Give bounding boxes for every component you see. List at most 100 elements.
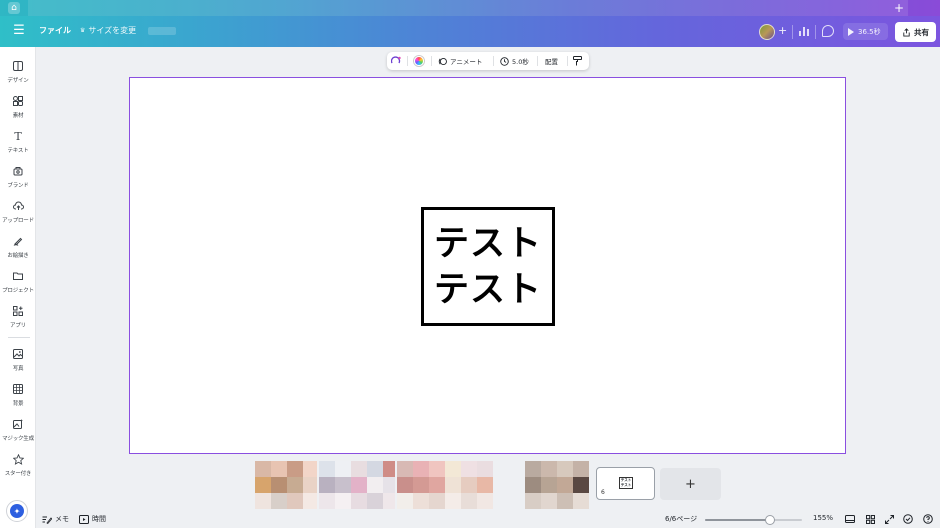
resize-button[interactable]: ♛ サイズを変更	[80, 25, 136, 36]
thumbnail-pixel	[303, 461, 317, 477]
tab-strip-pixel	[780, 0, 796, 16]
help-icon[interactable]	[923, 514, 933, 524]
menu-icon[interactable]: ☰	[11, 23, 27, 39]
tab-strip-pixel	[220, 0, 236, 16]
thumbnail-pixel	[255, 477, 271, 493]
thumbnail-pixel	[255, 493, 271, 509]
sidebar-item-magic-media[interactable]: マジック生成	[0, 416, 36, 448]
tab-strip-pixel	[796, 0, 812, 16]
text-element[interactable]: テスト テスト	[421, 207, 555, 326]
thumbnail-pixel	[525, 477, 541, 493]
duration-button[interactable]: 5.0秒	[500, 52, 529, 70]
animate-button[interactable]: アニメート	[438, 52, 482, 70]
thumbnail-pixel	[541, 493, 557, 509]
tab-strip-pixel	[316, 0, 332, 16]
sidebar-item-design[interactable]: デザイン	[0, 58, 36, 90]
sidebar-item-label: デザイン	[7, 78, 29, 84]
sidebar-item-text[interactable]: T テキスト	[0, 128, 36, 160]
text-icon: T	[14, 129, 22, 143]
sidebar-item-label: 素材	[12, 113, 24, 119]
tab-strip-pixel	[572, 0, 588, 16]
thumbnail-pixel	[557, 477, 573, 493]
user-avatar[interactable]	[759, 24, 775, 40]
zoom-level-button[interactable]: 155%	[813, 514, 833, 522]
color-picker-button[interactable]	[414, 52, 424, 70]
thumbnail-pixel	[429, 477, 445, 493]
zoom-slider-handle[interactable]	[764, 515, 775, 525]
thumbnail-pixel	[351, 461, 367, 477]
notes-label: メモ	[55, 515, 69, 523]
grid-view-icon[interactable]	[865, 514, 875, 524]
thumbnail-pixel	[525, 493, 541, 509]
tab-strip-pixel	[76, 0, 92, 16]
notes-button[interactable]: メモ	[42, 514, 69, 524]
page-view-icon[interactable]	[845, 514, 855, 524]
thumbnail-pixel	[383, 493, 395, 509]
file-menu-button[interactable]: ファイル	[39, 25, 71, 36]
zoom-slider[interactable]	[705, 519, 802, 521]
tab-strip-pixel	[60, 0, 76, 16]
sidebar-item-label: お絵描き	[7, 253, 29, 259]
element-toolbar: アニメート 5.0秒 配置	[387, 52, 589, 70]
header-divider	[815, 25, 816, 39]
check-status-icon[interactable]	[903, 514, 913, 524]
sidebar-item-projects[interactable]: プロジェクト	[0, 268, 36, 300]
sidebar-item-apps[interactable]: アプリ	[0, 303, 36, 335]
position-button[interactable]: 配置	[545, 52, 558, 70]
design-canvas[interactable]: テスト テスト	[129, 77, 846, 454]
sidebar-item-label: アプリ	[10, 323, 26, 329]
undo-redo-area[interactable]	[148, 27, 176, 35]
page-thumbnail[interactable]	[319, 461, 395, 509]
tab-strip-pixel	[604, 0, 620, 16]
sidebar-item-starred[interactable]: スター付き	[0, 451, 36, 483]
mini-text-box: テスト テスト	[619, 477, 633, 489]
insights-icon[interactable]	[799, 26, 811, 36]
upload-cloud-icon	[12, 200, 24, 212]
present-button[interactable]: 36.5秒	[843, 23, 888, 40]
thumbnail-pixel	[445, 461, 461, 477]
sidebar-item-photos[interactable]: 写真	[0, 346, 36, 378]
magic-assistant-button[interactable]: ✦	[6, 500, 28, 522]
fullscreen-icon[interactable]	[884, 514, 894, 524]
tab-strip-pixel	[668, 0, 684, 16]
thumbnail-pixel	[367, 461, 383, 477]
sidebar-item-elements[interactable]: 素材	[0, 93, 36, 125]
sidebar-item-backgrounds[interactable]: 背景	[0, 381, 36, 413]
tab-strip-pixel	[364, 0, 380, 16]
tab-strip-pixel	[476, 0, 492, 16]
sidebar-item-label: スター付き	[4, 471, 32, 477]
thumbnail-pixel	[397, 493, 413, 509]
thumbnail-pixel	[303, 477, 317, 493]
page-indicator[interactable]: 6/6ページ	[665, 514, 697, 524]
page-thumbnail[interactable]	[397, 461, 493, 509]
add-page-button[interactable]: +	[660, 468, 721, 500]
comment-icon[interactable]	[822, 25, 834, 37]
color-wheel-icon	[414, 56, 424, 66]
text-line: テスト	[433, 269, 542, 310]
magic-edit-icon[interactable]	[391, 52, 402, 70]
current-page-thumbnail[interactable]: テスト テスト 6	[596, 467, 655, 500]
timer-button[interactable]: 時間	[79, 514, 106, 524]
sidebar-item-label: マジック生成	[2, 436, 34, 442]
thumbnail-pixel	[287, 493, 303, 509]
tab-strip-pixel	[204, 0, 220, 16]
sidebar-item-label: 背景	[12, 401, 24, 407]
tab-strip-pixel	[828, 0, 844, 16]
sidebar-item-uploads[interactable]: アップロード	[0, 198, 36, 230]
page-thumbnail[interactable]	[525, 461, 589, 509]
add-collaborator-icon[interactable]: +	[778, 24, 787, 37]
tab-strip-pixel	[332, 0, 348, 16]
thumbnail-pixel	[413, 493, 429, 509]
animate-label: アニメート	[450, 58, 483, 66]
share-button[interactable]: 共有	[895, 22, 936, 42]
present-duration: 36.5秒	[858, 27, 881, 36]
sidebar-item-brand[interactable]: ブランド	[0, 163, 36, 195]
home-tab-icon[interactable]: ⌂	[8, 2, 20, 14]
paint-format-icon[interactable]	[573, 52, 582, 70]
crown-icon: ♛	[80, 27, 86, 34]
page-thumbnail[interactable]	[255, 461, 317, 509]
sidebar-item-draw[interactable]: お絵描き	[0, 233, 36, 265]
toolbar-divider	[567, 56, 568, 66]
thumbnail-pixel	[397, 461, 413, 477]
toolbar-divider	[431, 56, 432, 66]
